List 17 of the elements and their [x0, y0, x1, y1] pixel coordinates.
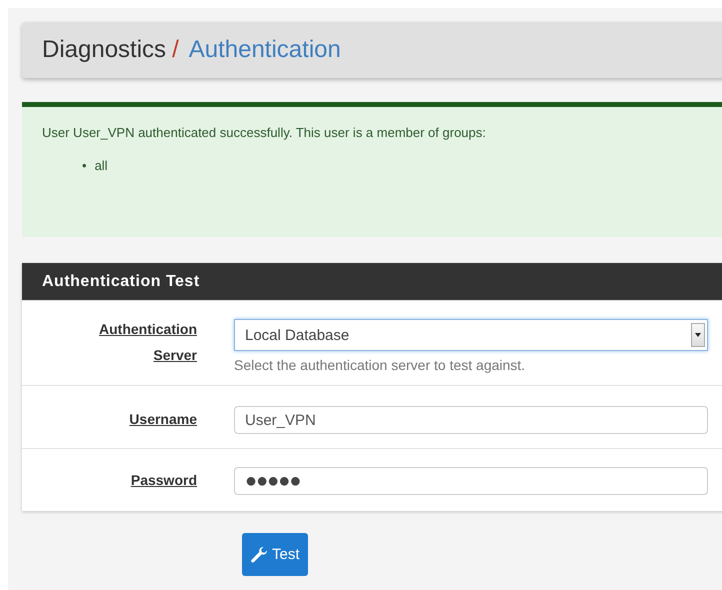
help-text: Select the authentication server to test against. — [234, 357, 526, 373]
username-field[interactable]: User_VPN — [234, 406, 708, 434]
wrench-icon — [250, 546, 268, 564]
test-button[interactable]: Test — [242, 533, 308, 576]
breadcrumb-separator: / — [172, 36, 179, 64]
server-select[interactable]: Local Database — [234, 319, 708, 351]
caret-icon — [695, 333, 701, 337]
page-title: Authentication — [188, 36, 341, 64]
breadcrumb-section[interactable]: Diagnostics — [42, 36, 166, 64]
panel-header: Authentication Test — [22, 263, 722, 300]
field-label: Username — [128, 410, 197, 429]
alert-message: User User_VPN authenticated successfully. This user is a member of groups: — [42, 125, 487, 140]
field-label: Authentication Server — [98, 320, 197, 365]
bullet: • — [82, 158, 87, 173]
field-label: Password — [130, 471, 197, 490]
group-item: all — [94, 158, 108, 173]
password-field[interactable]: ●●●●● — [234, 467, 708, 495]
